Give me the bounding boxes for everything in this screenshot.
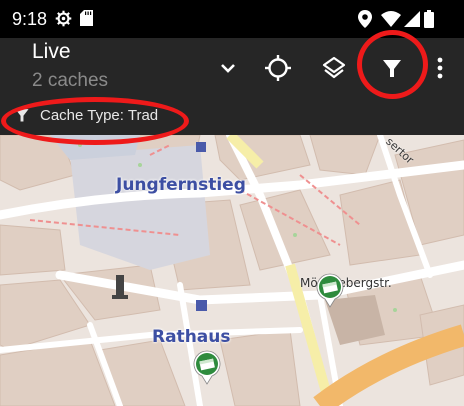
map-layers-button[interactable]	[314, 48, 354, 88]
wifi-icon	[381, 11, 401, 27]
layers-icon	[322, 56, 346, 79]
status-time: 9:18	[12, 9, 48, 29]
mode-dropdown-button[interactable]	[208, 48, 248, 88]
filter-icon	[15, 109, 29, 122]
page-title: Live	[32, 40, 71, 63]
map-view[interactable]: Jungfernstieg Rathaus Mönckebergstr. ser…	[0, 135, 464, 406]
chevron-down-icon	[221, 64, 235, 73]
map-label-jungfernstieg: Jungfernstieg	[116, 175, 246, 195]
status-bar: 9:18	[0, 0, 464, 38]
traditional-cache-marker[interactable]	[192, 349, 222, 385]
location-icon	[358, 10, 372, 28]
filter-icon	[383, 60, 401, 77]
more-options-button[interactable]	[426, 48, 454, 88]
active-filter-chip[interactable]: Cache Type: Trad	[0, 96, 158, 134]
battery-icon	[424, 10, 434, 28]
filter-button[interactable]	[372, 48, 412, 88]
crosshair-icon	[265, 55, 291, 81]
map-label-moenckebergstr: Mönckebergstr.	[300, 276, 392, 290]
my-location-button[interactable]	[258, 48, 298, 88]
traditional-cache-marker[interactable]	[315, 272, 345, 308]
filter-chip-label: Cache Type: Trad	[40, 106, 159, 124]
more-vert-icon	[437, 57, 443, 79]
map-label-rathaus: Rathaus	[152, 327, 231, 347]
settings-gear-icon	[55, 10, 72, 27]
app-bar: Live 2 caches Cache Type: Trad	[0, 38, 464, 135]
signal-icon	[404, 11, 420, 27]
sd-card-icon	[80, 10, 93, 26]
cache-count-subtitle: 2 caches	[32, 70, 109, 91]
